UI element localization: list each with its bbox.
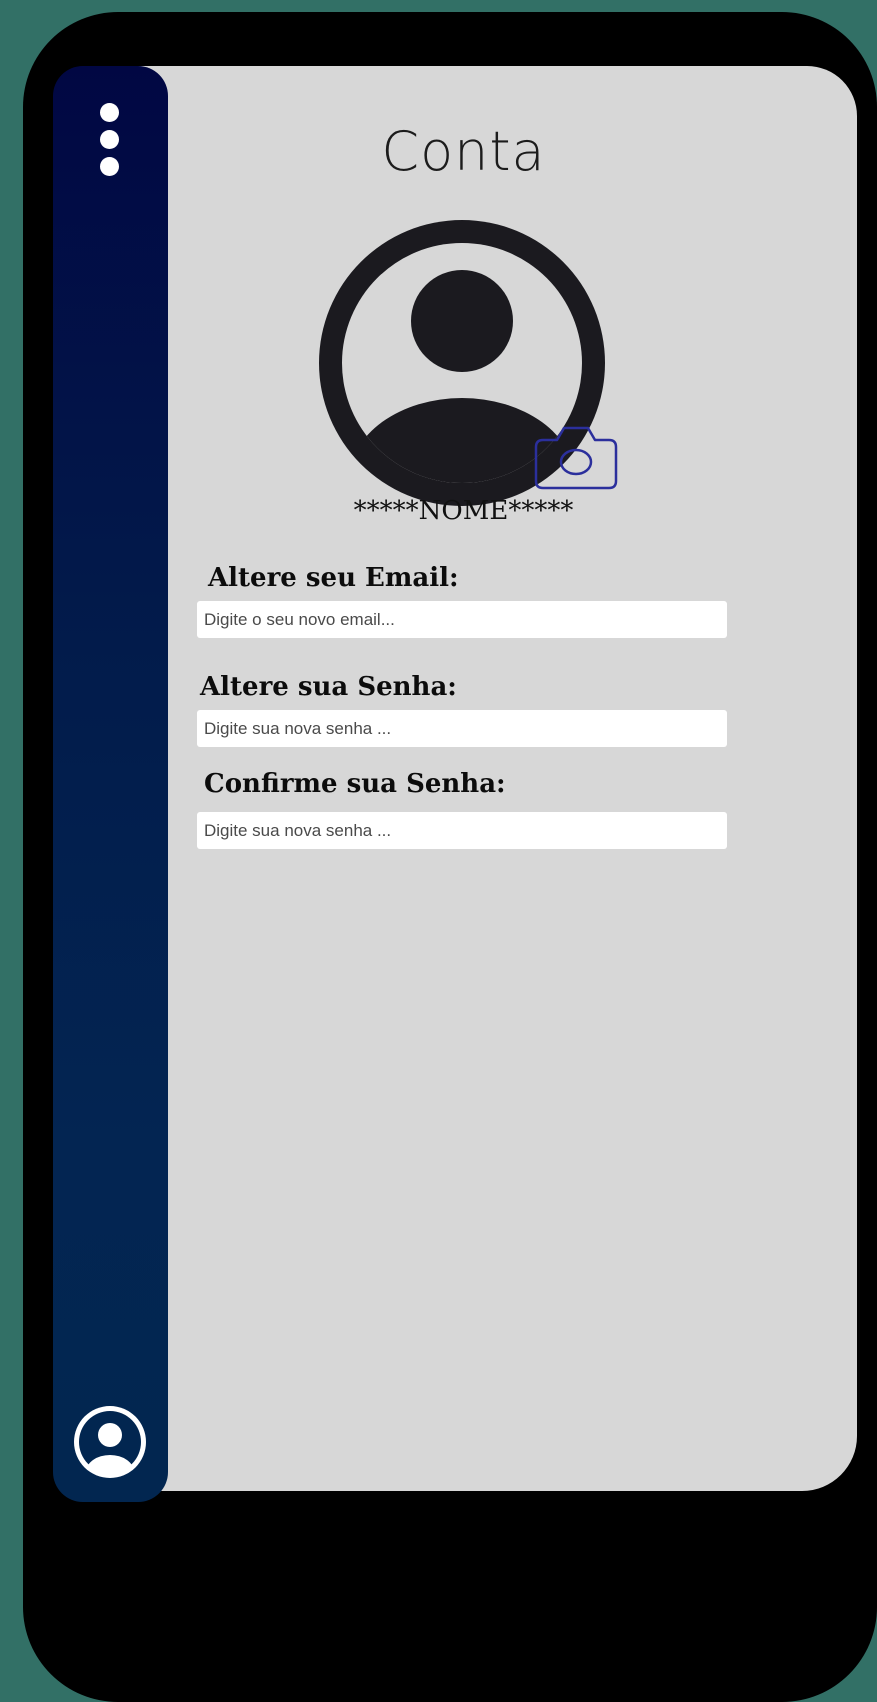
user-circle-icon[interactable] xyxy=(70,1402,150,1482)
password-field[interactable] xyxy=(197,710,727,747)
page-title: Conta xyxy=(381,120,546,183)
email-field[interactable] xyxy=(197,601,727,638)
user-circle-icon-svg xyxy=(74,1406,146,1478)
camera-icon[interactable] xyxy=(530,423,622,492)
more-vertical-icon[interactable] xyxy=(99,103,121,177)
user-name: *****NOME***** xyxy=(353,496,574,526)
confirm-password-field[interactable] xyxy=(197,812,727,849)
email-label: Altere seu Email: xyxy=(208,563,459,593)
confirm-password-label: Confirme sua Senha: xyxy=(204,769,506,799)
password-label: Altere sua Senha: xyxy=(200,672,457,702)
sidebar xyxy=(53,66,168,1502)
